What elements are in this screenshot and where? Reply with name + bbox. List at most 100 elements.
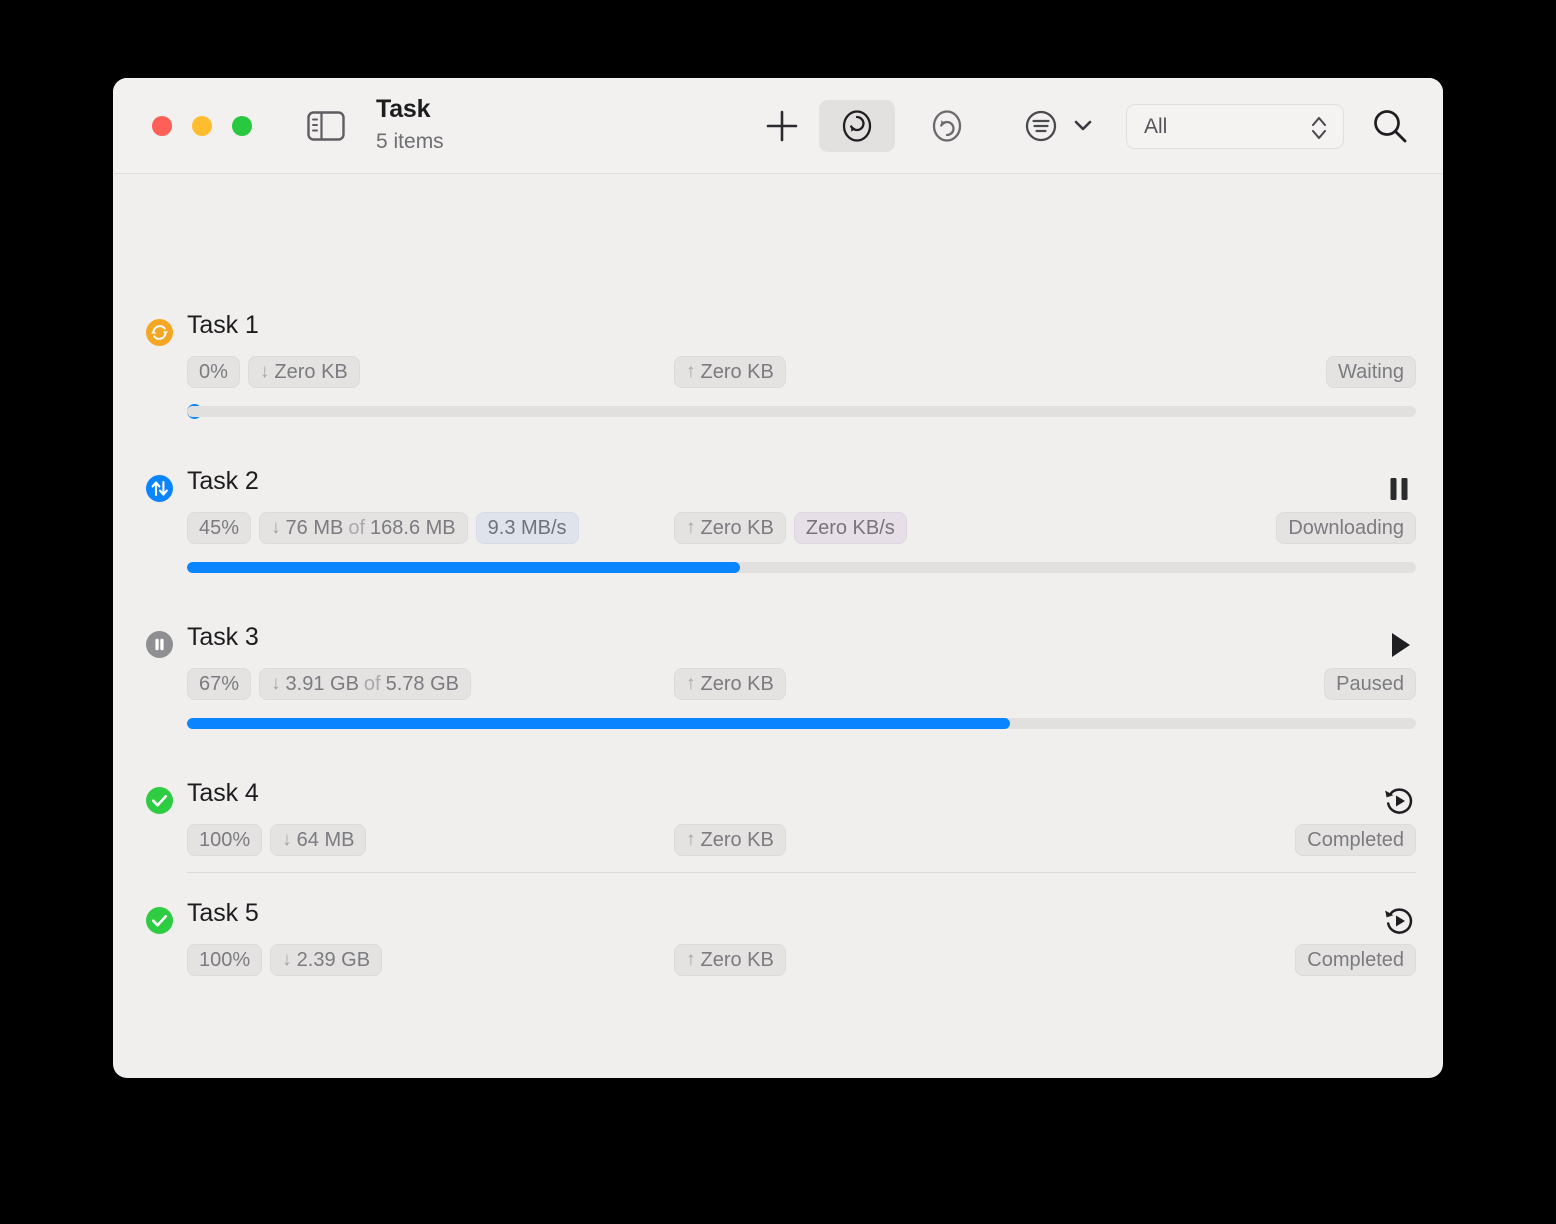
search-icon[interactable] <box>1367 104 1413 150</box>
uploaded-amount: Zero KB <box>700 828 774 851</box>
restart-task-button[interactable] <box>1382 904 1416 938</box>
maximize-window-button[interactable] <box>232 116 252 136</box>
download-badge-group: 100% ↓ 2.39 GB <box>187 944 383 976</box>
download-badge-group: 45% ↓ 76 MB of 168.6 MB 9.3 MB/s <box>187 512 579 544</box>
percent-badge: 100% <box>187 944 263 976</box>
task-name: Task 3 <box>187 623 259 651</box>
minimize-window-button[interactable] <box>192 116 212 136</box>
uploaded-amount: Zero KB <box>700 948 774 971</box>
close-window-button[interactable] <box>152 116 172 136</box>
task-name: Task 1 <box>187 311 259 339</box>
downloaded-amount: Zero KB <box>274 360 348 383</box>
percent-badge: 67% <box>187 668 252 700</box>
status-badge: Completed <box>1295 944 1416 976</box>
status-badge: Paused <box>1324 668 1416 700</box>
task-name: Task 5 <box>187 899 259 927</box>
add-task-button[interactable] <box>761 105 803 147</box>
upload-badge-group: ↑ Zero KB <box>674 824 786 856</box>
uploaded-size-badge: ↑ Zero KB <box>674 668 786 700</box>
filter-downloads-button[interactable] <box>819 100 895 152</box>
uploaded-size-badge: ↑ Zero KB <box>674 824 786 856</box>
sidebar-toggle-icon[interactable] <box>305 108 347 144</box>
download-badge-group: 100% ↓ 64 MB <box>187 824 367 856</box>
progress-bar-fill <box>187 562 741 573</box>
download-badge-group: 0% ↓ Zero KB <box>187 356 360 388</box>
task-badges: 67% ↓ 3.91 GB of 5.78 GB ↑ Zero KB Paused <box>187 668 1416 700</box>
titlebar: Task 5 items All <box>113 78 1443 174</box>
upload-badge-group: ↑ Zero KB <box>674 944 786 976</box>
page-title: Task <box>376 95 431 123</box>
uploaded-size-badge: ↑ Zero KB <box>674 356 786 388</box>
uploaded-amount: Zero KB <box>700 360 774 383</box>
sync-arrows-icon <box>146 319 173 346</box>
download-arrow-icon: ↓ <box>271 673 281 694</box>
download-arrow-icon: ↓ <box>282 829 292 850</box>
progress-bar <box>187 718 1416 729</box>
stepper-icon[interactable] <box>1309 114 1329 142</box>
uploaded-amount: Zero KB <box>700 516 774 539</box>
status-badge: Completed <box>1295 824 1416 856</box>
pause-task-button[interactable] <box>1382 472 1416 506</box>
download-badge-group: 67% ↓ 3.91 GB of 5.78 GB <box>187 668 471 700</box>
progress-bar <box>187 562 1416 573</box>
app-window: Task 5 items All Task 1 0% ↓ Zero KB ↑ Z… <box>113 78 1443 1078</box>
downloaded-amount: 64 MB <box>296 828 355 851</box>
downloaded-size-badge: ↓ Zero KB <box>247 356 360 388</box>
filter-select-value: All <box>1144 115 1168 138</box>
download-arrow-icon: ↓ <box>259 361 270 382</box>
downloaded-amount: 76 MB <box>285 516 344 539</box>
total-size: 5.78 GB <box>385 672 459 695</box>
task-badges: 100% ↓ 2.39 GB ↑ Zero KB Completed <box>187 944 1416 976</box>
upload-badge-group: ↑ Zero KB Zero KB/s <box>674 512 907 544</box>
status-badge: Waiting <box>1326 356 1416 388</box>
task-name: Task 4 <box>187 779 259 807</box>
row-divider <box>187 872 1416 873</box>
upload-arrow-icon: ↑ <box>686 949 696 970</box>
progress-bar-fill <box>187 718 1011 729</box>
progress-bar <box>187 406 1416 417</box>
uploaded-amount: Zero KB <box>700 672 774 695</box>
task-list: Task 1 0% ↓ Zero KB ↑ Zero KB Waiting Task 2 45%… <box>113 174 1443 1078</box>
play-task-button[interactable] <box>1382 628 1416 662</box>
of-separator: of <box>348 516 366 539</box>
filter-uploads-button[interactable] <box>909 100 985 152</box>
task-name: Task 2 <box>187 467 259 495</box>
uploaded-size-badge: ↑ Zero KB <box>674 944 786 976</box>
downloaded-size-badge: ↓ 64 MB <box>270 824 367 856</box>
download-speed-badge: 9.3 MB/s <box>475 512 579 544</box>
download-arrow-icon: ↓ <box>271 517 281 538</box>
upload-arrow-icon: ↑ <box>686 673 696 694</box>
task-badges: 45% ↓ 76 MB of 168.6 MB 9.3 MB/s ↑ Zero KB Zero … <box>187 512 1416 544</box>
status-badge: Downloading <box>1276 512 1416 544</box>
filter-select[interactable]: All <box>1126 104 1344 149</box>
task-badges: 100% ↓ 64 MB ↑ Zero KB Completed <box>187 824 1416 856</box>
check-circle-icon <box>146 907 173 934</box>
upload-speed-badge: Zero KB/s <box>793 512 907 544</box>
pause-circle-icon <box>146 631 173 658</box>
upload-arrow-icon: ↑ <box>686 829 696 850</box>
task-badges: 0% ↓ Zero KB ↑ Zero KB Waiting <box>187 356 1416 388</box>
download-arrow-icon: ↓ <box>282 949 292 970</box>
restart-task-button[interactable] <box>1382 784 1416 818</box>
percent-badge: 45% <box>187 512 252 544</box>
chevron-down-icon[interactable] <box>1072 116 1094 136</box>
total-size: 168.6 MB <box>370 516 456 539</box>
upload-badge-group: ↑ Zero KB <box>674 356 786 388</box>
sort-options-icon[interactable] <box>1019 104 1063 148</box>
title-block: Task 5 items <box>376 95 444 153</box>
downloaded-amount: 3.91 GB <box>285 672 359 695</box>
percent-badge: 0% <box>187 356 240 388</box>
upload-badge-group: ↑ Zero KB <box>674 668 786 700</box>
downloaded-amount: 2.39 GB <box>296 948 371 971</box>
downloaded-size-badge: ↓ 2.39 GB <box>270 944 383 976</box>
up-down-arrows-icon <box>146 475 173 502</box>
downloaded-size-badge: ↓ 76 MB of 168.6 MB <box>259 512 468 544</box>
upload-arrow-icon: ↑ <box>686 517 696 538</box>
of-separator: of <box>363 672 381 695</box>
upload-arrow-icon: ↑ <box>686 361 696 382</box>
percent-badge: 100% <box>187 824 263 856</box>
check-circle-icon <box>146 787 173 814</box>
downloaded-size-badge: ↓ 3.91 GB of 5.78 GB <box>259 668 471 700</box>
uploaded-size-badge: ↑ Zero KB <box>674 512 786 544</box>
item-count: 5 items <box>376 130 444 153</box>
